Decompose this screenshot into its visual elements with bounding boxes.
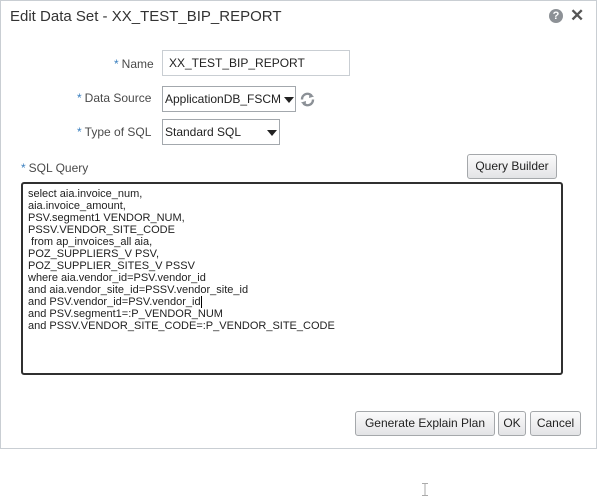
required-mark: * xyxy=(77,125,82,139)
required-mark: * xyxy=(21,161,26,175)
chevron-down-icon xyxy=(267,130,277,136)
query-builder-button[interactable]: Query Builder xyxy=(467,154,557,179)
refresh-icon[interactable] xyxy=(299,91,316,108)
sql-line: POZ_SUPPLIER_SITES_V PSSV xyxy=(28,260,195,272)
ok-button[interactable]: OK xyxy=(498,411,526,436)
type-of-sql-value: Standard SQL xyxy=(165,125,242,139)
sql-query-editor[interactable]: select aia.invoice_num, aia.invoice_amou… xyxy=(21,182,563,496)
generate-explain-plan-button[interactable]: Generate Explain Plan xyxy=(355,411,495,436)
required-mark: * xyxy=(114,57,119,71)
help-icon[interactable]: ? xyxy=(549,9,563,23)
name-field[interactable]: XX_TEST_BIP_REPORT xyxy=(162,50,350,76)
sql-line: and PSV.segment1=:P_VENDOR_NUM xyxy=(28,308,223,320)
sql-line: POZ_SUPPLIERS_V PSV, xyxy=(28,248,160,260)
close-icon[interactable]: ✕ xyxy=(570,6,584,26)
text-caret xyxy=(200,296,202,308)
sql-line: and PSV.vendor_id=PSV.vendor_id xyxy=(28,296,201,308)
sql-line: PSV.segment1 VENDOR_NUM, xyxy=(28,212,185,224)
name-value: XX_TEST_BIP_REPORT xyxy=(169,56,305,70)
sql-line: and PSSV.VENDOR_SITE_CODE=:P_VENDOR_SITE… xyxy=(28,320,335,332)
type-of-sql-label: * Type of SQL xyxy=(77,125,152,139)
dialog-title: Edit Data Set - XX_TEST_BIP_REPORT xyxy=(10,8,282,25)
dialog-titlebar: Edit Data Set - XX_TEST_BIP_REPORT ? ✕ xyxy=(1,1,596,32)
data-source-select[interactable]: ApplicationDB_FSCM xyxy=(162,86,296,112)
data-source-label: * Data Source xyxy=(77,91,152,105)
cancel-button[interactable]: Cancel xyxy=(530,411,581,436)
text-cursor-icon xyxy=(422,483,428,496)
type-of-sql-select[interactable]: Standard SQL xyxy=(162,119,280,145)
sql-query-label: * SQL Query xyxy=(21,161,89,175)
sql-line: PSSV.VENDOR_SITE_CODE xyxy=(28,224,175,236)
edit-data-set-dialog: Edit Data Set - XX_TEST_BIP_REPORT ? ✕ *… xyxy=(0,0,597,496)
sql-line: and aia.vendor_site_id=PSSV.vendor_site_… xyxy=(28,284,249,296)
sql-line: where aia.vendor_id=PSV.vendor_id xyxy=(28,272,206,284)
sql-line: aia.invoice_amount, xyxy=(28,200,126,212)
data-source-value: ApplicationDB_FSCM xyxy=(165,92,282,106)
chevron-down-icon xyxy=(284,97,294,103)
sql-line: from ap_invoices_all aia, xyxy=(28,236,153,248)
name-label: * Name xyxy=(114,57,154,71)
sql-line: select aia.invoice_num, xyxy=(28,188,143,200)
sql-query-text: select aia.invoice_num, aia.invoice_amou… xyxy=(28,188,335,332)
required-mark: * xyxy=(77,91,82,105)
